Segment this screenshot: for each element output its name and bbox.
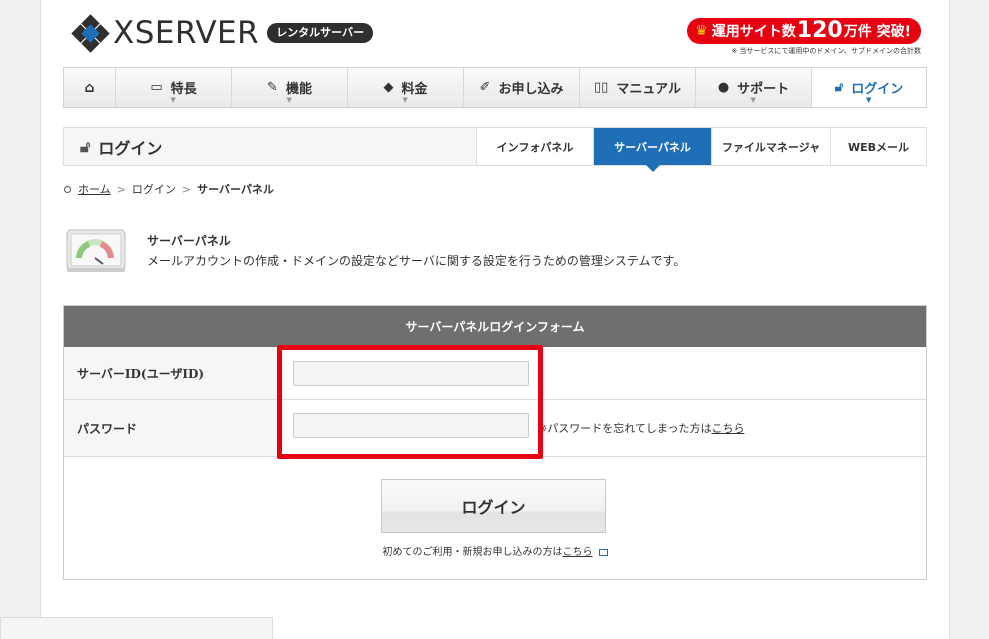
xserver-logo[interactable]: XSERVER レンタルサーバー (71, 14, 374, 53)
forgot-password-text: ※パスワードを忘れてしまった方は (538, 422, 712, 435)
server-id-input[interactable] (293, 361, 529, 386)
subheader-title-text: ログイン (98, 138, 163, 158)
nav-pricing[interactable]: ◆ 料金 ▼ (348, 68, 464, 107)
logo-mark-icon (71, 14, 110, 53)
password-label: パスワード (64, 400, 278, 456)
first-time-link[interactable]: こちら (563, 547, 593, 558)
person-icon: ● (717, 80, 730, 95)
nav-support-label: サポート (737, 82, 790, 97)
pencil-icon: ✐ (479, 80, 491, 95)
nav-apply-label: お申し込み (498, 82, 564, 97)
tag-icon: ◆ (383, 80, 394, 95)
nav-login-label: ログイン (851, 82, 904, 97)
forgot-password-link[interactable]: こちら (711, 422, 744, 435)
login-form: サーバーパネルログインフォーム サーバーID(ユーザID) パスワード ※パスワ… (63, 305, 927, 580)
unlock-icon: 🔓︎ (80, 136, 91, 156)
server-panel-icon (65, 224, 129, 274)
promo-note: ※ 当サービスにて運用中のドメイン、サブドメインの合計数 (731, 47, 921, 55)
nav-support[interactable]: ● サポート ▼ (696, 68, 812, 107)
tab-webmail[interactable]: WEBメール (830, 128, 926, 165)
password-input[interactable] (293, 413, 529, 438)
login-button[interactable]: ログイン (381, 479, 606, 533)
server-id-row: サーバーID(ユーザID) (64, 347, 926, 400)
unlock-icon: 🔓︎ (834, 80, 844, 95)
first-time-text: 初めてのご利用・新規お申し込みの方は (382, 547, 563, 558)
promo-pill: ♛ 運用サイト数 120 万件 突破! (687, 18, 921, 44)
breadcrumb-home[interactable]: ホーム (78, 181, 111, 197)
tab-file-manager[interactable]: ファイルマネージャ (711, 128, 830, 165)
breadcrumb: ホーム > ログイン > サーバーパネル (64, 181, 274, 197)
tab-info-panel[interactable]: インフォパネル (476, 128, 593, 165)
nav-features-label: 特長 (170, 82, 197, 97)
promo-number: 120 (796, 18, 843, 43)
logo-text: XSERVER (113, 15, 260, 51)
chevron-down-icon: ▼ (170, 96, 176, 104)
server-id-label: サーバーID(ユーザID) (64, 347, 278, 399)
tools-icon: ✎ (267, 80, 278, 95)
nav-manual[interactable]: ▯▯ マニュアル (580, 68, 696, 107)
password-row: パスワード ※パスワードを忘れてしまった方はこちら (64, 400, 926, 457)
page: XSERVER レンタルサーバー ♛ 運用サイト数 120 万件 突破! ※ 当… (40, 0, 950, 639)
chevron-down-icon: ▼ (402, 96, 408, 104)
monitor-icon: ▭ (150, 80, 163, 95)
nav-pricing-label: 料金 (401, 82, 428, 97)
subheader-title: 🔓︎ ログイン (80, 128, 162, 165)
breadcrumb-separator: > (181, 182, 192, 196)
bottom-bar (0, 617, 273, 639)
home-icon: ⌂ (84, 79, 95, 96)
logo-badge: レンタルサーバー (267, 23, 374, 43)
subheader-tabs: インフォパネル サーバーパネル ファイルマネージャ WEBメール (476, 128, 926, 172)
first-time-note: 初めてのご利用・新規お申し込みの方はこちら (64, 543, 926, 558)
external-link-icon (598, 548, 608, 556)
breadcrumb-login[interactable]: ログイン (132, 181, 176, 197)
nav-home[interactable]: ⌂ (64, 68, 116, 107)
breadcrumb-current: サーバーパネル (197, 183, 274, 196)
bullet-icon (64, 185, 71, 193)
login-subheader: 🔓︎ ログイン インフォパネル サーバーパネル ファイルマネージャ WEBメール (63, 127, 927, 172)
chevron-down-icon: ▼ (866, 96, 872, 104)
crown-icon: ♛ (695, 23, 708, 39)
forgot-password: ※パスワードを忘れてしまった方はこちら (538, 420, 744, 436)
promo-banner[interactable]: ♛ 運用サイト数 120 万件 突破! ※ 当サービスにて運用中のドメイン、サブ… (687, 18, 921, 56)
nav-functions-label: 機能 (285, 82, 312, 97)
promo-text-1: 運用サイト数 (711, 24, 796, 40)
nav-apply[interactable]: ✐ お申し込み (464, 68, 580, 107)
chevron-down-icon: ▼ (286, 96, 292, 104)
book-icon: ▯▯ (594, 80, 609, 95)
chevron-down-icon: ▼ (750, 96, 756, 104)
nav-login[interactable]: 🔓︎ ログイン ▼ (812, 68, 926, 107)
nav-functions[interactable]: ✎ 機能 ▼ (232, 68, 348, 107)
promo-text-3: 万件 突破! (843, 24, 911, 40)
global-nav: ⌂ ▭ 特長 ▼ ✎ 機能 ▼ ◆ 料金 ▼ ✐ お申し込み ▯▯ マニュアル … (63, 67, 927, 108)
tab-server-panel[interactable]: サーバーパネル (593, 128, 711, 172)
breadcrumb-separator: > (116, 182, 126, 196)
nav-features[interactable]: ▭ 特長 ▼ (116, 68, 232, 107)
nav-manual-label: マニュアル (616, 82, 681, 97)
intro-description: メールアカウントの作成・ドメインの設定などサーバに関する設定を行うための管理シス… (147, 254, 686, 268)
form-heading: サーバーパネルログインフォーム (64, 306, 926, 347)
intro-title: サーバーパネル (147, 234, 231, 248)
